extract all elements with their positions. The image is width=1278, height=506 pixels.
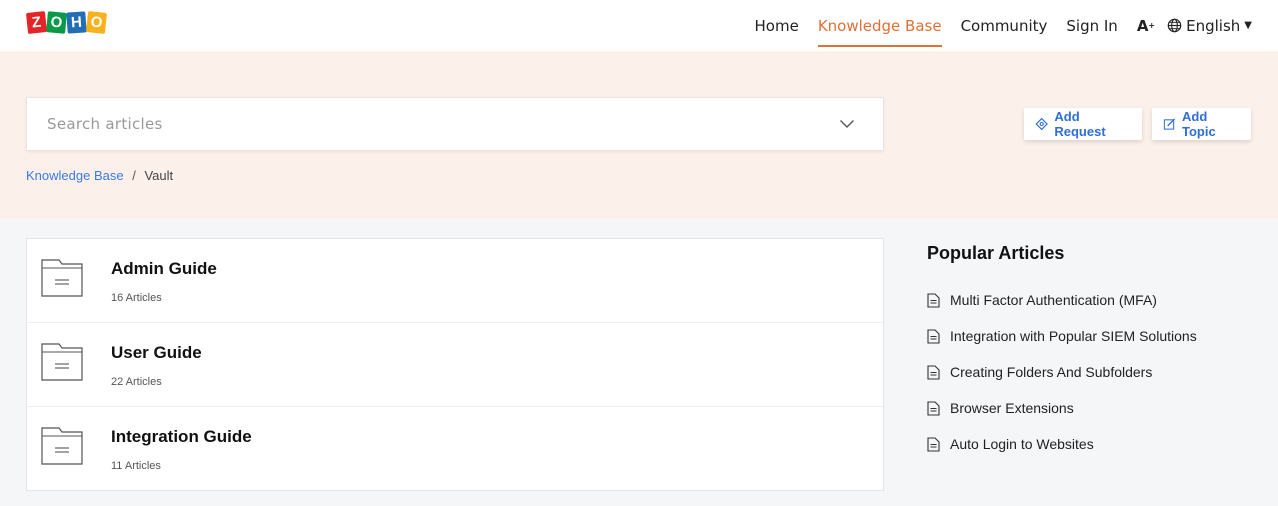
popular-article-link[interactable]: Creating Folders And Subfolders (927, 354, 1267, 390)
nav-home[interactable]: Home (755, 0, 799, 51)
search-input[interactable] (27, 98, 827, 150)
category-list: Admin Guide 16 Articles User Guide 22 Ar… (26, 238, 884, 491)
popular-article-link[interactable]: Integration with Popular SIEM Solutions (927, 318, 1267, 354)
popular-articles: Popular Articles Multi Factor Authentica… (927, 243, 1267, 462)
document-icon (927, 364, 940, 380)
popular-articles-heading: Popular Articles (927, 243, 1065, 263)
document-icon (927, 436, 940, 452)
top-bar: Z O H O Home Knowledge Base Community Si… (0, 0, 1278, 51)
zoho-logo[interactable]: Z O H O (25, 11, 108, 34)
add-topic-label: Add Topic (1181, 109, 1216, 139)
font-size-button[interactable]: A + (1137, 0, 1155, 51)
add-request-label: Add Request (1054, 109, 1106, 139)
ticket-icon (1035, 117, 1048, 131)
category-count: 11 Articles (111, 460, 161, 472)
add-topic-button[interactable]: Add Topic (1152, 108, 1251, 140)
folder-icon (41, 343, 83, 381)
popular-article-title: Creating Folders And Subfolders (950, 364, 1153, 380)
chevron-down-icon (840, 120, 854, 128)
add-request-button[interactable]: Add Request (1024, 108, 1142, 140)
popular-article-link[interactable]: Auto Login to Websites (927, 426, 1267, 462)
popular-article-title: Integration with Popular SIEM Solutions (950, 328, 1197, 344)
category-item[interactable]: User Guide 22 Articles (27, 323, 883, 407)
font-size-icon: A (1136, 16, 1149, 35)
breadcrumb-knowledge-base[interactable]: Knowledge Base (26, 168, 124, 183)
search-box (26, 97, 884, 151)
nav-community[interactable]: Community (961, 0, 1048, 51)
category-count: 22 Articles (111, 376, 162, 388)
category-item[interactable]: Admin Guide 16 Articles (27, 239, 883, 323)
category-title[interactable]: User Guide (111, 343, 202, 363)
folder-icon (41, 259, 83, 297)
plus-mark: + (1148, 21, 1156, 30)
document-icon (927, 328, 940, 344)
search-scope-toggle[interactable] (827, 119, 867, 129)
breadcrumb-current: Vault (144, 168, 174, 183)
main-nav: Home Knowledge Base Community Sign In A +… (736, 0, 1252, 51)
language-label: English (1186, 16, 1241, 35)
caret-down-icon: ▼ (1244, 20, 1252, 31)
category-count: 16 Articles (111, 292, 162, 304)
logo-letter: H (66, 11, 87, 34)
logo-letter: O (46, 11, 67, 34)
language-selector[interactable]: English ▼ (1167, 0, 1252, 51)
popular-article-link[interactable]: Multi Factor Authentication (MFA) (927, 282, 1267, 318)
document-icon (927, 400, 940, 416)
nav-knowledge-base[interactable]: Knowledge Base (817, 0, 942, 51)
document-icon (927, 292, 940, 308)
hero-band: Knowledge Base / Vault Add Request Add T… (0, 51, 1278, 219)
popular-article-link[interactable]: Browser Extensions (927, 390, 1267, 426)
nav-sign-in[interactable]: Sign In (1066, 0, 1117, 51)
logo-letter: O (85, 11, 108, 34)
popular-articles-list: Multi Factor Authentication (MFA) Integr… (927, 282, 1267, 462)
folder-icon (41, 427, 83, 465)
category-item[interactable]: Integration Guide 11 Articles (27, 407, 883, 491)
popular-article-title: Auto Login to Websites (950, 436, 1094, 452)
globe-icon (1167, 18, 1182, 33)
popular-article-title: Multi Factor Authentication (MFA) (950, 292, 1157, 308)
logo-letter: Z (25, 11, 48, 34)
popular-article-title: Browser Extensions (950, 400, 1074, 416)
breadcrumb-separator: / (132, 168, 136, 183)
category-title[interactable]: Integration Guide (111, 427, 252, 447)
edit-icon (1163, 118, 1176, 130)
breadcrumb: Knowledge Base / Vault (26, 168, 173, 183)
category-title[interactable]: Admin Guide (111, 259, 217, 279)
